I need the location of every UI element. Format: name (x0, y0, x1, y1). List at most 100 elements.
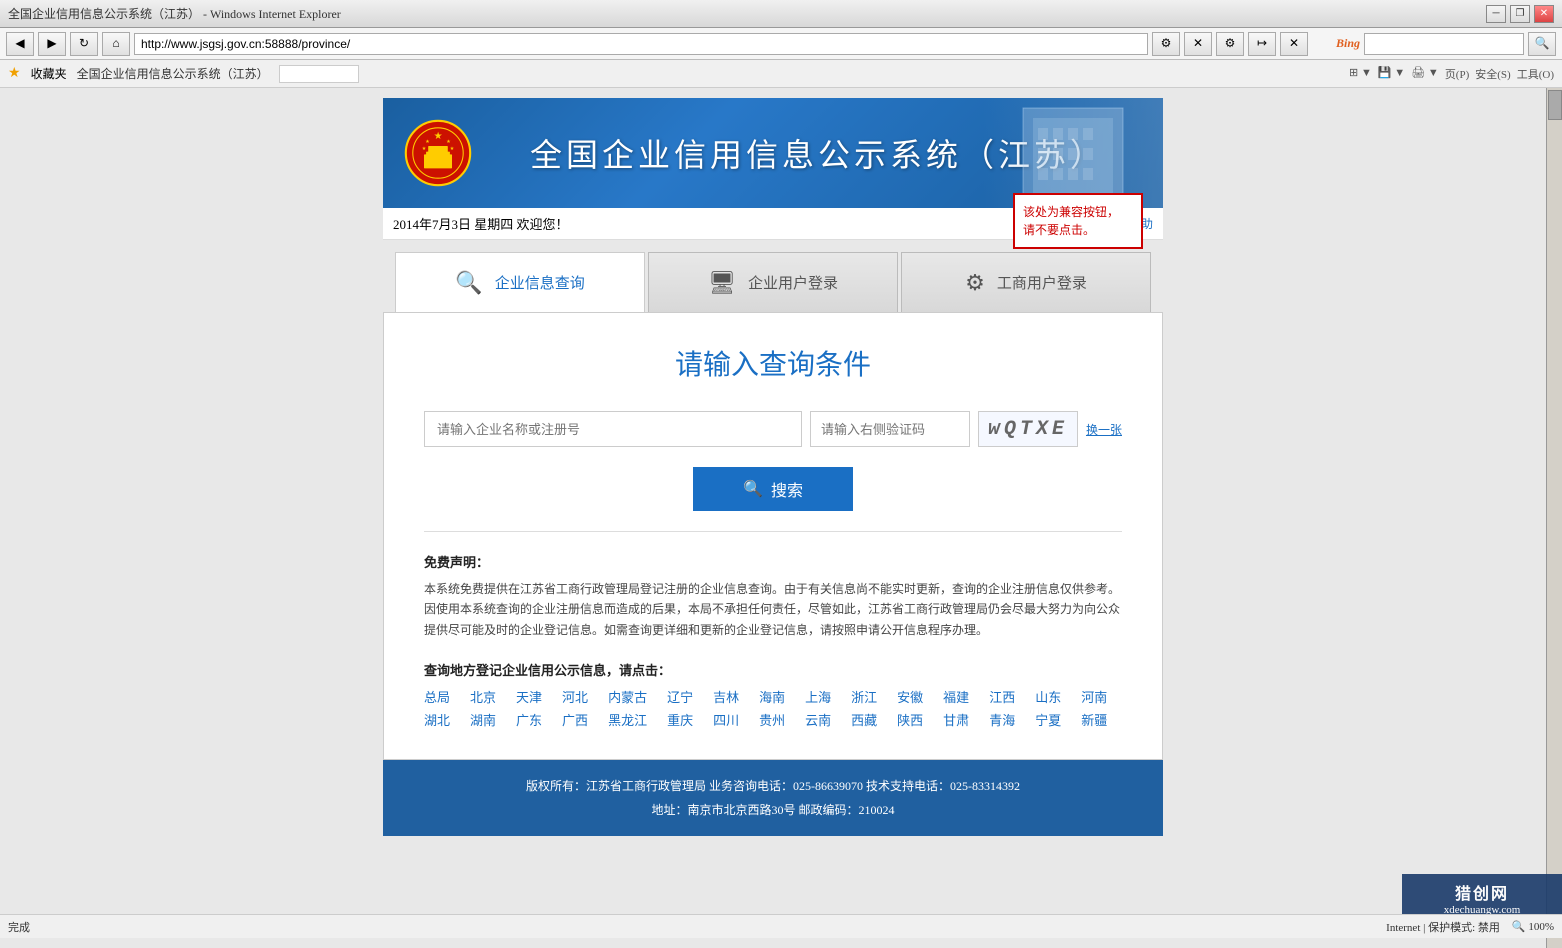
footer-line1: 版权所有：江苏省工商行政管理局 业务咨询电话：025-86639070 技术支持… (383, 774, 1163, 798)
region-云南[interactable]: 云南 (805, 710, 831, 729)
back-button[interactable]: ◀ (6, 32, 34, 56)
captcha-input[interactable] (810, 411, 970, 447)
region-广西[interactable]: 广西 (562, 710, 588, 729)
page-menu[interactable]: 页(P) (1445, 66, 1469, 82)
tooltip-box: 该处为兼容按钮， 请不要点击。 (1013, 193, 1143, 249)
region-安徽[interactable]: 安徽 (897, 687, 923, 706)
region-福建[interactable]: 福建 (943, 687, 969, 706)
svg-text:★: ★ (446, 139, 451, 145)
tab-query[interactable]: 🔍 企业信息查询 (395, 252, 645, 312)
banner-building (983, 98, 1163, 208)
region-新疆[interactable]: 新疆 (1081, 710, 1107, 729)
commerce-icon: ⚙ (965, 270, 985, 296)
region-宁夏[interactable]: 宁夏 (1035, 710, 1061, 729)
region-山东[interactable]: 山东 (1035, 687, 1061, 706)
svg-text:★: ★ (422, 146, 427, 152)
forward2-button[interactable]: ↦ (1248, 32, 1276, 56)
region-重庆[interactable]: 重庆 (667, 710, 693, 729)
search-button[interactable]: 🔍 搜索 (693, 467, 853, 511)
save-icon: 💾 ▼ (1378, 66, 1405, 82)
compat-button[interactable]: ⚙ (1152, 32, 1180, 56)
region-甘肃[interactable]: 甘肃 (943, 710, 969, 729)
star-icon: ★ (8, 65, 21, 82)
search-row: wQTXE 换一张 (424, 411, 1122, 447)
url-input[interactable] (134, 33, 1148, 55)
home-button[interactable]: ⌂ (102, 32, 130, 56)
favorites-label: 收藏夹 (31, 65, 67, 82)
region-辽宁[interactable]: 辽宁 (667, 687, 693, 706)
window-title: 全国企业信用信息公示系统（江苏） - Windows Internet Expl… (8, 5, 1486, 22)
disclaimer-title: 免费声明： (424, 552, 1122, 571)
site-banner: ★ ★ ★ ★ ★ 全国企业信用信息公示系统（江苏） (383, 98, 1163, 208)
region-内蒙古[interactable]: 内蒙古 (608, 687, 647, 706)
region-浙江[interactable]: 浙江 (851, 687, 877, 706)
region-黑龙江[interactable]: 黑龙江 (608, 710, 647, 729)
svg-text:★: ★ (434, 131, 443, 142)
tooltip-text-line2: 请不要点击。 (1023, 223, 1095, 237)
region-陕西[interactable]: 陕西 (897, 710, 923, 729)
region-总局[interactable]: 总局 (424, 687, 450, 706)
stop-button[interactable]: ✕ (1184, 32, 1212, 56)
region-广东[interactable]: 广东 (516, 710, 542, 729)
search-btn-row: 🔍 搜索 (424, 467, 1122, 511)
region-湖北[interactable]: 湖北 (424, 710, 450, 729)
region-吉林[interactable]: 吉林 (713, 687, 739, 706)
local-query-title: 查询地方登记企业信用公示信息，请点击： (424, 660, 1122, 679)
search-icon: 🔍 (743, 479, 763, 499)
status-text: 完成 (8, 919, 30, 935)
scrollbar[interactable] (1546, 88, 1562, 948)
tab-commerce-label: 工商用户登录 (997, 272, 1087, 293)
region-四川[interactable]: 四川 (713, 710, 739, 729)
region-北京[interactable]: 北京 (470, 687, 496, 706)
safety-menu[interactable]: 安全(S) (1475, 66, 1510, 82)
date-text: 2014年7月3日 星期四 欢迎您！ (393, 214, 569, 233)
browser-search-input[interactable] (1364, 33, 1524, 55)
region-西藏[interactable]: 西藏 (851, 710, 877, 729)
region-青海[interactable]: 青海 (989, 710, 1015, 729)
region-贵州[interactable]: 贵州 (759, 710, 785, 729)
tab-input[interactable] (279, 65, 359, 83)
query-title: 请输入查询条件 (424, 343, 1122, 383)
svg-text:★: ★ (450, 146, 455, 152)
captcha-image: wQTXE (978, 411, 1078, 447)
refresh-button[interactable]: ↻ (70, 32, 98, 56)
region-湖南[interactable]: 湖南 (470, 710, 496, 729)
regions-row-2: 湖北 湖南 广东 广西 黑龙江 重庆 四川 贵州 云南 西藏 陕西 甘肃 青海 … (424, 710, 1122, 729)
region-海南[interactable]: 海南 (759, 687, 785, 706)
disclaimer-text: 本系统免费提供在江苏省工商行政管理局登记注册的企业信息查询。由于有关信息尚不能实… (424, 579, 1122, 640)
tabs-container: 🔍 企业信息查询 🖥 企业用户登录 ⚙ 工商用户登录 (383, 240, 1163, 312)
disclaimer-section: 免费声明： 本系统免费提供在江苏省工商行政管理局登记注册的企业信息查询。由于有关… (424, 552, 1122, 640)
search-go-button[interactable]: 🔍 (1528, 32, 1556, 56)
region-天津[interactable]: 天津 (516, 687, 542, 706)
region-江西[interactable]: 江西 (989, 687, 1015, 706)
tab-enterprise[interactable]: 🖥 企业用户登录 (648, 252, 898, 312)
region-河南[interactable]: 河南 (1081, 687, 1107, 706)
forward-button[interactable]: ▶ (38, 32, 66, 56)
svg-text:★: ★ (425, 139, 430, 145)
regions-grid: 总局 北京 天津 河北 内蒙古 辽宁 吉林 海南 上海 浙江 安徽 福建 江西 … (424, 687, 1122, 729)
refresh-captcha-link[interactable]: 换一张 (1086, 421, 1122, 438)
x-button[interactable]: ✕ (1280, 32, 1308, 56)
restore-button[interactable]: ❐ (1510, 5, 1530, 23)
fav-tab[interactable]: 全国企业信用信息公示系统（江苏） (77, 65, 269, 82)
captcha-text: wQTXE (988, 418, 1068, 441)
divider-1 (424, 531, 1122, 532)
tab-commerce[interactable]: ⚙ 工商用户登录 (901, 252, 1151, 312)
close-button[interactable]: ✕ (1534, 5, 1554, 23)
favorites-bar: ★ 收藏夹 全国企业信用信息公示系统（江苏） ⊞ ▼ 💾 ▼ 🖨 ▼ 页(P) … (0, 60, 1562, 88)
national-emblem: ★ ★ ★ ★ ★ (403, 118, 473, 188)
zoom-level: 🔍 100% (1512, 920, 1554, 933)
enterprise-icon: 🖥 (708, 270, 736, 296)
browser-content: ★ ★ ★ ★ ★ 全国企业信用信息公示系统（江苏） (0, 88, 1562, 948)
tooltip-text-line1: 该处为兼容按钮， (1023, 205, 1119, 219)
region-河北[interactable]: 河北 (562, 687, 588, 706)
company-search-input[interactable] (424, 411, 802, 447)
minimize-button[interactable]: ─ (1486, 5, 1506, 23)
bing-label: Bing (1336, 36, 1360, 51)
tools-menu[interactable]: 工具(O) (1517, 66, 1554, 82)
footer-line2: 地址：南京市北京西路30号 邮政编码：210024 (383, 798, 1163, 822)
settings-button[interactable]: ⚙ (1216, 32, 1244, 56)
address-bar: ◀ ▶ ↻ ⌂ ⚙ ✕ ⚙ ↦ ✕ Bing 🔍 (0, 28, 1562, 60)
main-area: ★ ★ ★ ★ ★ 全国企业信用信息公示系统（江苏） (0, 88, 1546, 948)
region-上海[interactable]: 上海 (805, 687, 831, 706)
